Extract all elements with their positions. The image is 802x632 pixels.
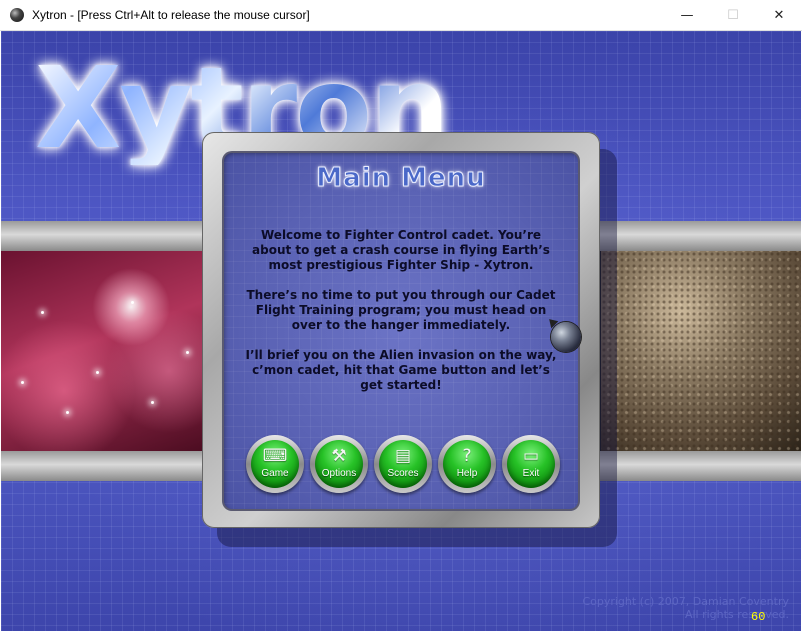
exit-button[interactable]: ▭ Exit <box>502 435 560 493</box>
fps-counter: 60 <box>751 610 766 624</box>
game-button-label: Game <box>261 468 289 479</box>
menu-button-row: ⌨ Game ⚒ Options ▤ Scores ? Help ▭ Exit <box>246 435 566 495</box>
maximize-button: ☐ <box>727 8 739 23</box>
help-button[interactable]: ? Help <box>438 435 496 493</box>
scores-button[interactable]: ▤ Scores <box>374 435 432 493</box>
minimize-button[interactable]: — <box>664 0 710 31</box>
menu-title: Main Menu <box>316 163 486 194</box>
scores-icon: ▤ <box>394 446 412 466</box>
nebula-image <box>1 251 211 451</box>
intro-paragraph: There’s no time to put you through our C… <box>246 288 556 332</box>
main-menu-panel: Main Menu Welcome to Fighter Control cad… <box>202 132 600 528</box>
options-button-label: Options <box>321 468 357 479</box>
exit-button-label: Exit <box>522 468 540 479</box>
options-button[interactable]: ⚒ Options <box>310 435 368 493</box>
window-titlebar[interactable]: Xytron - [Press Ctrl+Alt to release the … <box>0 0 802 31</box>
tools-icon: ⚒ <box>331 446 347 466</box>
intro-text: Welcome to Fighter Control cadet. You’re… <box>242 228 560 408</box>
app-icon <box>10 8 24 22</box>
help-button-label: Help <box>456 468 478 479</box>
window-controls: — ☐ ✕ <box>664 0 802 31</box>
keyboard-icon: ⌨ <box>262 446 288 466</box>
window-title: Xytron - [Press Ctrl+Alt to release the … <box>32 8 310 22</box>
intro-paragraph: Welcome to Fighter Control cadet. You’re… <box>252 228 550 272</box>
intro-paragraph: I’ll brief you on the Alien invasion on … <box>245 348 557 392</box>
main-menu-inner: Main Menu Welcome to Fighter Control cad… <box>222 151 580 511</box>
cursor-sphere-icon <box>551 322 581 352</box>
help-icon: ? <box>462 446 472 466</box>
game-canvas[interactable]: Xytron Main Menu Welcome to Fighter Cont… <box>1 31 801 631</box>
close-button[interactable]: ✕ <box>756 0 802 31</box>
game-button[interactable]: ⌨ Game <box>246 435 304 493</box>
scores-button-label: Scores <box>387 468 419 479</box>
exit-icon: ▭ <box>522 446 540 466</box>
planet-surface-image <box>601 251 801 451</box>
copyright-line: Copyright (c) 2007, Damian Coventry <box>582 595 789 608</box>
